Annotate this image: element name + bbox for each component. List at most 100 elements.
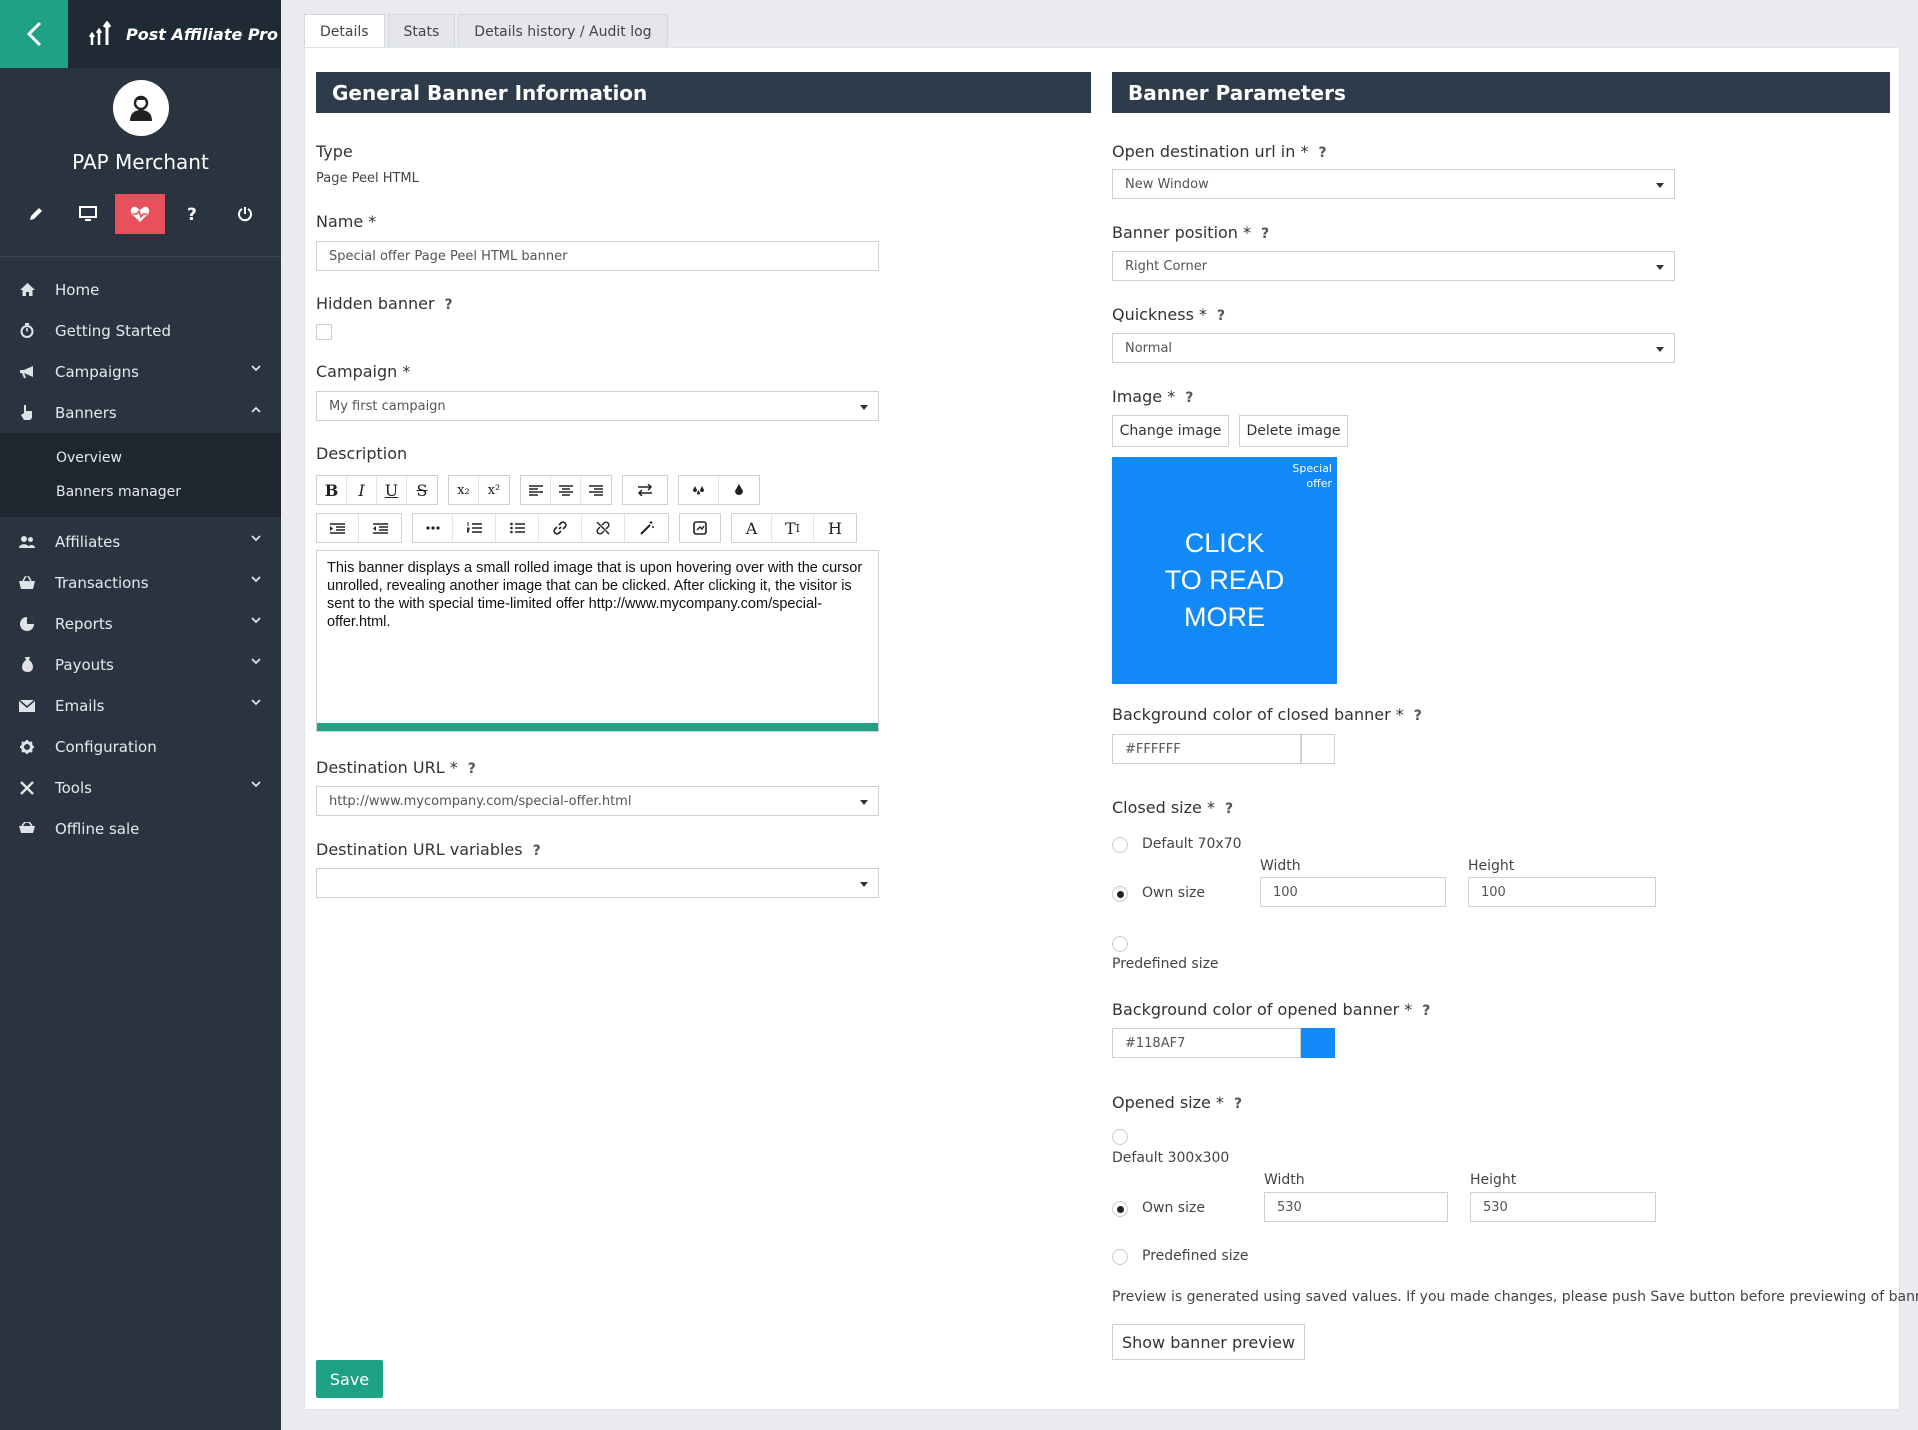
editor-resize-bar[interactable] [317,723,878,731]
help-icon[interactable]: ? [445,297,453,313]
quickness-select[interactable]: Normal [1112,333,1675,363]
chevron-down-icon [251,365,261,372]
banner-position-select[interactable]: Right Corner [1112,251,1675,281]
help-icon: ? [187,206,197,222]
help-button[interactable]: ? [168,194,218,234]
link-button[interactable] [539,514,582,542]
preview-note: Preview is generated using saved values.… [1112,1289,1918,1305]
sidebar-item-affiliates[interactable]: Affiliates [0,521,281,562]
brand[interactable]: Post Affiliate Pro [68,0,281,68]
change-image-button[interactable]: Change image [1112,415,1229,447]
help-icon[interactable]: ? [1414,708,1422,724]
help-icon[interactable]: ? [1318,145,1326,161]
closed-height-input[interactable]: 100 [1468,877,1656,907]
horizontal-rule-button[interactable] [413,514,453,542]
align-right-button[interactable] [581,476,611,504]
help-icon[interactable]: ? [1225,801,1233,817]
text-color-button[interactable] [679,476,719,504]
bg-closed-input[interactable]: #FFFFFF [1112,734,1301,764]
closed-own-size-radio[interactable] [1112,886,1128,902]
chevron-down-icon [251,658,261,665]
show-banner-preview-button[interactable]: Show banner preview [1112,1324,1305,1360]
opened-predefined-radio[interactable] [1112,1249,1128,1265]
sidebar-nav: Home Getting Started Campaigns Banners [0,257,281,433]
background-color-button[interactable] [719,476,759,504]
sidebar-item-reports[interactable]: Reports [0,603,281,644]
help-icon[interactable]: ? [1234,1096,1242,1112]
ordered-list-button[interactable] [453,514,496,542]
opened-height-input[interactable]: 530 [1470,1192,1656,1222]
unlink-button[interactable] [582,514,625,542]
sidebar-item-configuration[interactable]: Configuration [0,726,281,767]
source-code-button[interactable] [680,514,720,542]
user-icon [129,95,152,121]
logout-button[interactable] [220,194,270,234]
heartbeat-button[interactable] [115,194,166,234]
sidebar-item-banners[interactable]: Banners [0,392,281,433]
sidebar-item-payouts[interactable]: Payouts [0,644,281,685]
opened-default-radio[interactable] [1112,1129,1128,1145]
bold-button[interactable]: B [317,476,347,504]
font-name-button[interactable]: A [732,514,772,542]
tab-stats[interactable]: Stats [387,14,456,48]
open-in-select[interactable]: New Window [1112,169,1675,199]
sidebar-item-getting-started[interactable]: Getting Started [0,310,281,351]
sidebar-item-home[interactable]: Home [0,269,281,310]
superscript-button[interactable]: x² [479,476,509,504]
closed-predefined-radio[interactable] [1112,936,1128,952]
hidden-banner-checkbox[interactable] [316,324,332,340]
text-direction-button[interactable] [623,476,667,504]
closed-width-input[interactable]: 100 [1260,877,1446,907]
help-icon[interactable]: ? [468,761,476,777]
closed-default-radio[interactable] [1112,837,1128,853]
edit-profile-button[interactable] [11,194,61,234]
sidebar-item-offline-sale[interactable]: Offline sale [0,808,281,849]
help-icon[interactable]: ? [1217,308,1225,324]
font-size-button[interactable]: TI [772,514,814,542]
sidebar-item-label: Affiliates [55,532,121,551]
save-button[interactable]: Save [316,1360,383,1398]
heading-button[interactable]: H [814,514,856,542]
quickness-value: Normal [1125,340,1173,356]
strikethrough-button[interactable]: S [407,476,437,504]
sidebar-item-campaigns[interactable]: Campaigns [0,351,281,392]
indent-group [316,513,402,543]
back-button[interactable] [0,0,68,68]
help-icon[interactable]: ? [533,843,541,859]
description-editor[interactable]: This banner displays a small rolled imag… [316,550,879,732]
help-icon[interactable]: ? [1422,1003,1430,1019]
help-icon[interactable]: ? [1261,226,1269,242]
sidebar-item-emails[interactable]: Emails [0,685,281,726]
unordered-list-button[interactable] [496,514,539,542]
tab-details[interactable]: Details [304,14,385,48]
opened-width-label: Width [1264,1172,1305,1188]
indent-button[interactable] [317,514,359,542]
caret-down-icon [860,405,868,410]
name-input[interactable]: Special offer Page Peel HTML banner [316,241,879,271]
monitor-button[interactable] [63,194,113,234]
align-left-button[interactable] [521,476,551,504]
campaign-select[interactable]: My first campaign [316,391,879,421]
sidebar-subitem-banners-manager[interactable]: Banners manager [0,475,281,509]
destination-url-select[interactable]: http://www.mycompany.com/special-offer.h… [316,786,879,816]
sidebar-item-tools[interactable]: Tools [0,767,281,808]
bg-opened-input[interactable]: #118AF7 [1112,1028,1301,1058]
sidebar-subitem-overview[interactable]: Overview [0,441,281,475]
subscript-button[interactable]: x₂ [449,476,479,504]
tab-audit-log[interactable]: Details history / Audit log [458,14,668,48]
help-icon[interactable]: ? [1185,390,1193,406]
clean-format-button[interactable] [625,514,668,542]
avatar[interactable] [112,80,169,136]
italic-button[interactable]: I [347,476,377,504]
bg-closed-swatch[interactable] [1301,734,1335,764]
opened-width-input[interactable]: 530 [1264,1192,1448,1222]
sidebar-item-transactions[interactable]: Transactions [0,562,281,603]
align-center-button[interactable] [551,476,581,504]
underline-button[interactable]: U [377,476,407,504]
opened-own-size-radio[interactable] [1112,1201,1128,1217]
outdent-button[interactable] [359,514,401,542]
delete-image-button[interactable]: Delete image [1239,415,1348,447]
caret-down-icon [1656,183,1664,188]
destination-vars-select[interactable] [316,868,879,898]
bg-opened-swatch[interactable] [1301,1028,1335,1058]
